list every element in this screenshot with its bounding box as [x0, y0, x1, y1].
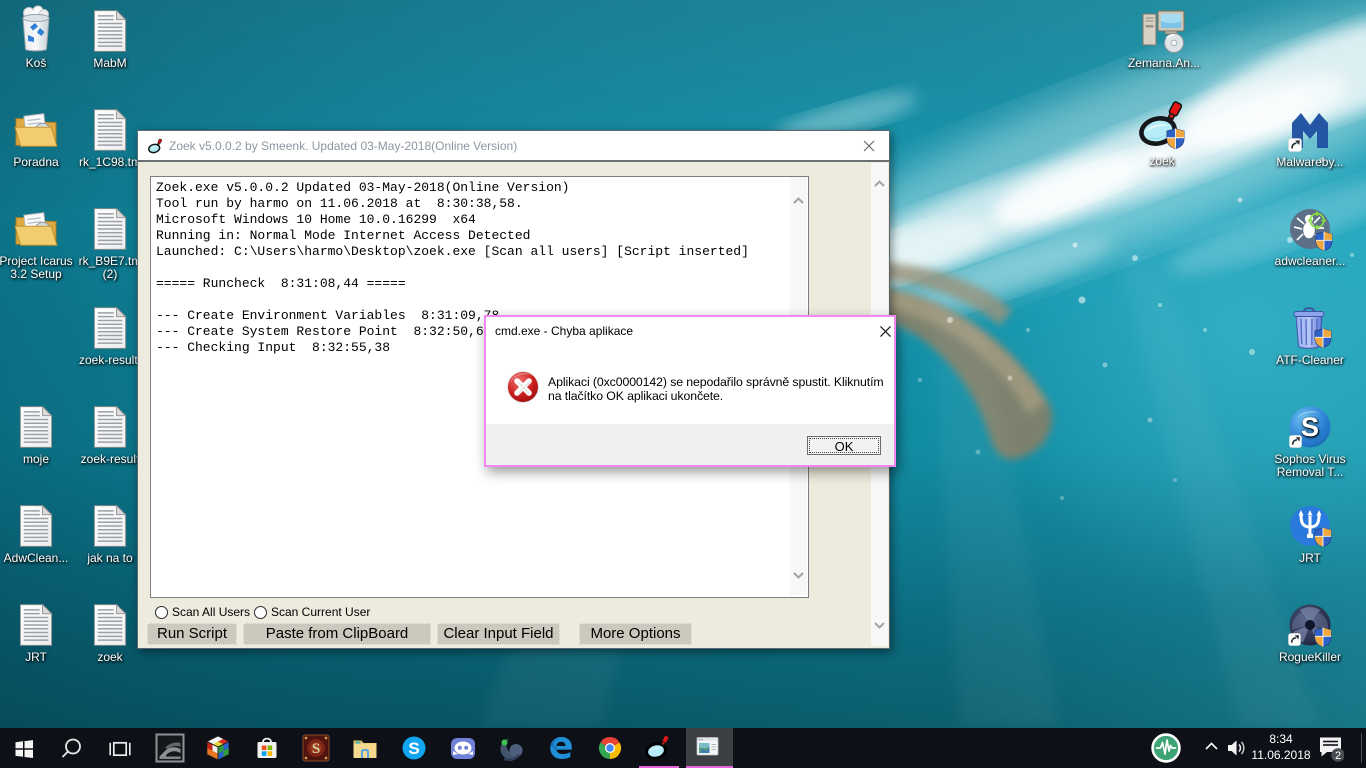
svg-text:S: S [312, 741, 320, 757]
svg-text:S: S [408, 739, 419, 758]
svg-text:2: 2 [1335, 750, 1341, 762]
svg-text:S: S [1301, 412, 1319, 442]
